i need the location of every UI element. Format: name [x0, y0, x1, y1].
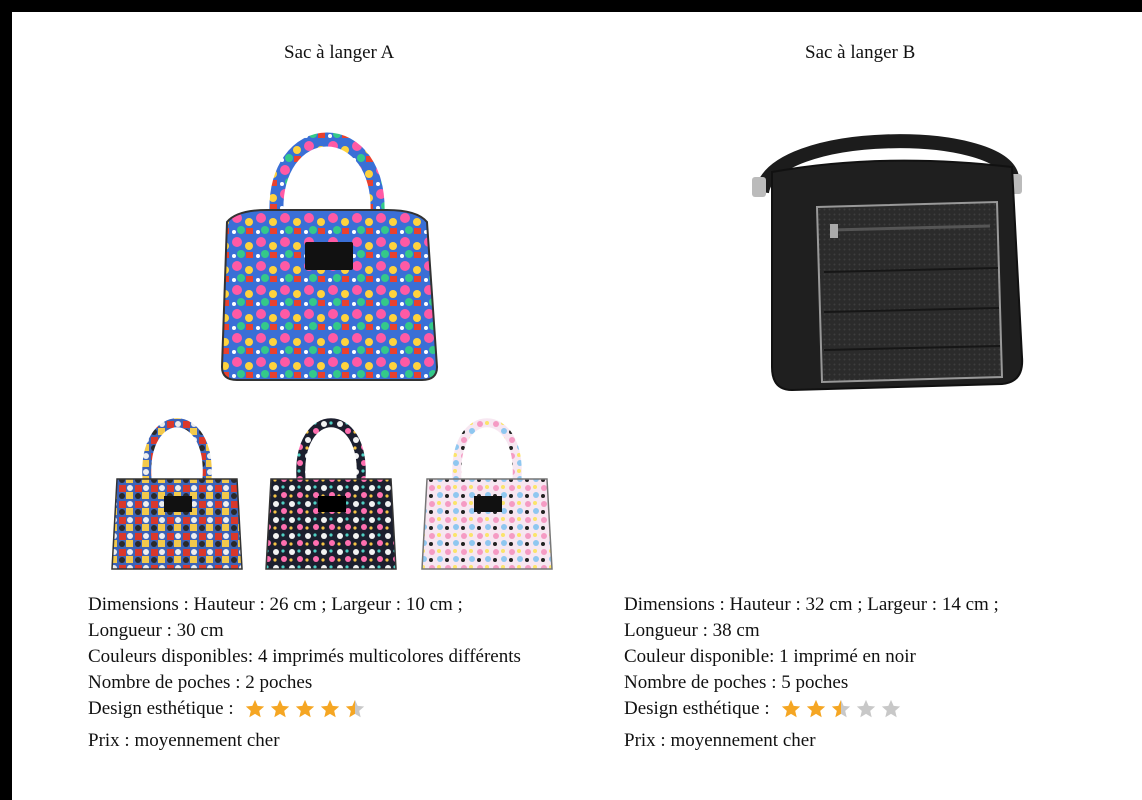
product-b-main-image [732, 132, 1037, 397]
star-empty-icon [881, 699, 900, 718]
product-a-design-row: Design esthétique : [88, 696, 628, 722]
product-b-title: Sac à langer B [805, 42, 916, 63]
product-a-price: Prix : moyennement cher [88, 730, 280, 751]
product-a-colors: Couleurs disponibles: 4 imprimés multico… [88, 646, 521, 667]
star-filled-icon [295, 699, 314, 718]
product-a-rating-stars [244, 698, 366, 720]
star-filled-icon [270, 699, 289, 718]
product-b-design-label: Design esthétique : [624, 698, 770, 719]
product-a-pockets: Nombre de poches : 2 poches [88, 672, 313, 693]
star-empty-icon [856, 699, 875, 718]
product-b-length: Longueur : 38 cm [624, 620, 760, 641]
product-a-design-label: Design esthétique : [88, 698, 234, 719]
star-filled-icon [245, 699, 264, 718]
product-a-variant-1-image[interactable] [102, 404, 252, 579]
product-a-variant-2-image[interactable] [256, 404, 406, 579]
star-filled-icon [806, 699, 825, 718]
product-b-rating-stars [780, 698, 902, 720]
star-half-icon [831, 699, 850, 718]
product-a-title: Sac à langer A [284, 42, 395, 63]
product-a-specs: Dimensions : Hauteur : 26 cm ; Largeur :… [88, 592, 628, 754]
product-b-pockets: Nombre de poches : 5 poches [624, 672, 849, 693]
product-b-price: Prix : moyennement cher [624, 730, 816, 751]
product-b-dimensions: Dimensions : Hauteur : 32 cm ; Largeur :… [624, 594, 999, 615]
star-filled-icon [781, 699, 800, 718]
product-a-dimensions: Dimensions : Hauteur : 26 cm ; Largeur :… [88, 594, 463, 615]
product-b-design-row: Design esthétique : [624, 696, 1134, 722]
product-a-main-image [207, 92, 447, 392]
product-a-length: Longueur : 30 cm [88, 620, 224, 641]
product-a-variant-3-image[interactable] [412, 404, 562, 579]
star-filled-icon [320, 699, 339, 718]
product-b-colors: Couleur disponible: 1 imprimé en noir [624, 646, 916, 667]
star-half-icon [345, 699, 364, 718]
product-b-specs: Dimensions : Hauteur : 32 cm ; Largeur :… [624, 592, 1134, 754]
page-canvas: Sac à langer A Sac à langer B Dimensions… [12, 12, 1142, 800]
